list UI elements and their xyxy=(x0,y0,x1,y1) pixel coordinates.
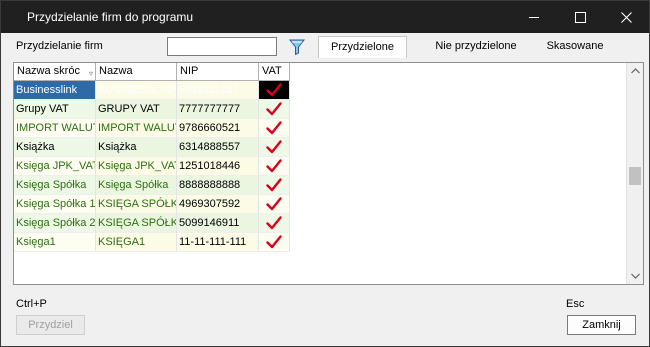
cell-short-name: Księga Spółka xyxy=(14,176,96,195)
cell-short-name: Księga JPK_VAT xyxy=(14,157,96,176)
cell-vat[interactable] xyxy=(259,100,290,119)
table-row[interactable]: Księga Spółka 2 KSIĘGA SPÓŁKA 5099146911 xyxy=(14,214,290,233)
table-row[interactable]: Księga1 KSIĘGA1 11-11-111-111 xyxy=(14,233,290,252)
table-row[interactable]: Businesslink BUSINESSLINK 6019111237 xyxy=(14,81,290,100)
dialog-window: Przydzielanie firm do programu Przydziel… xyxy=(0,0,650,347)
cell-vat[interactable] xyxy=(259,119,290,138)
column-header-short-name[interactable]: Nazwa skróc ▿ xyxy=(14,63,96,81)
cell-nip: 8888888888 xyxy=(177,176,259,195)
cell-name: Książka xyxy=(96,138,177,157)
cell-vat[interactable] xyxy=(259,157,290,176)
chevron-up-icon xyxy=(630,68,640,74)
cell-name: GRUPY VAT xyxy=(96,100,177,119)
checkmark-icon xyxy=(266,121,282,135)
close-icon xyxy=(620,11,632,23)
cell-name: Księga Spółka xyxy=(96,176,177,195)
cell-name: Księga JPK_VAT xyxy=(96,157,177,176)
cell-name: KSIĘGA SPÓŁKA xyxy=(96,214,177,233)
cell-name: KSIĘGA1 xyxy=(96,233,177,252)
grid-header: Nazwa skróc ▿ Nazwa NIP VAT xyxy=(14,63,290,81)
filter-label: Przydzielanie firm xyxy=(16,40,103,52)
table-row[interactable]: Księga Spółka 1 KSIĘGA SPÓŁKA 4969307592 xyxy=(14,195,290,214)
cell-nip: 1251018446 xyxy=(177,157,259,176)
column-header-vat[interactable]: VAT xyxy=(259,63,290,81)
column-header-name[interactable]: Nazwa xyxy=(96,63,177,81)
checkmark-icon xyxy=(266,216,282,230)
filter-icon[interactable] xyxy=(288,38,306,56)
cell-name: IMPORT WALUTOWY xyxy=(96,119,177,138)
cell-vat[interactable] xyxy=(259,195,290,214)
cell-short-name: IMPORT WALUTOWY xyxy=(14,119,96,138)
scroll-down-button[interactable] xyxy=(627,268,643,284)
cell-nip: 4969307592 xyxy=(177,195,259,214)
scroll-up-button[interactable] xyxy=(627,63,643,79)
companies-grid[interactable]: Nazwa skróc ▿ Nazwa NIP VAT Businesslink… xyxy=(13,62,644,285)
column-header-nip[interactable]: NIP xyxy=(177,63,259,81)
table-row[interactable]: Księga Spółka Księga Spółka 8888888888 xyxy=(14,176,290,195)
checkmark-icon xyxy=(266,140,282,154)
maximize-button[interactable] xyxy=(557,1,603,33)
cell-nip: 6019111237 xyxy=(177,81,259,100)
cell-name: BUSINESSLINK xyxy=(96,81,177,100)
cell-nip: 7777777777 xyxy=(177,100,259,119)
tab-nie-przydzielone[interactable]: Nie przydzielone xyxy=(424,36,528,58)
assign-button[interactable]: Przydziel xyxy=(16,315,85,335)
cell-short-name: Księga Spółka 2 xyxy=(14,214,96,233)
checkmark-icon xyxy=(266,178,282,192)
cell-name: KSIĘGA SPÓŁKA xyxy=(96,195,177,214)
cell-nip: 5099146911 xyxy=(177,214,259,233)
minimize-button[interactable] xyxy=(511,1,557,33)
checkmark-icon xyxy=(266,235,282,249)
cell-short-name: Księga Spółka 1 xyxy=(14,195,96,214)
checkmark-icon xyxy=(266,83,282,97)
cell-short-name: Businesslink xyxy=(14,81,96,100)
cell-short-name: Książka xyxy=(14,138,96,157)
title-bar[interactable]: Przydzielanie firm do programu xyxy=(1,1,649,33)
table-row[interactable]: Grupy VAT GRUPY VAT 7777777777 xyxy=(14,100,290,119)
shortcut-hint-close: Esc xyxy=(566,298,585,310)
checkmark-icon xyxy=(266,159,282,173)
vertical-scrollbar[interactable] xyxy=(626,63,643,284)
tab-skasowane[interactable]: Skasowane xyxy=(540,36,610,58)
cell-vat[interactable] xyxy=(259,138,290,157)
cell-vat[interactable] xyxy=(259,176,290,195)
window-title: Przydzielanie firm do programu xyxy=(27,10,194,24)
chevron-down-icon xyxy=(630,273,640,279)
filter-input[interactable] xyxy=(167,37,277,56)
close-window-button[interactable] xyxy=(603,1,649,33)
cell-vat[interactable] xyxy=(259,233,290,252)
cell-nip: 11-11-111-111 xyxy=(177,233,259,252)
table-row[interactable]: Księga JPK_VAT Księga JPK_VAT 1251018446 xyxy=(14,157,290,176)
cell-short-name: Księga1 xyxy=(14,233,96,252)
close-button[interactable]: Zamknij xyxy=(567,315,636,335)
checkmark-icon xyxy=(266,102,282,116)
table-row[interactable]: Książka Książka 6314888557 xyxy=(14,138,290,157)
shortcut-hint-assign: Ctrl+P xyxy=(16,298,47,310)
filter-sort-icon[interactable]: ▿ xyxy=(89,65,93,82)
cell-vat[interactable] xyxy=(259,81,290,100)
table-row[interactable]: IMPORT WALUTOWYIMPORT WALUTOWY9786660521 xyxy=(14,119,290,138)
cell-vat[interactable] xyxy=(259,214,290,233)
checkmark-icon xyxy=(266,197,282,211)
cell-short-name: Grupy VAT xyxy=(14,100,96,119)
cell-nip: 9786660521 xyxy=(177,119,259,138)
cell-nip: 6314888557 xyxy=(177,138,259,157)
tab-przydzielone[interactable]: Przydzielone xyxy=(318,36,407,58)
scroll-thumb[interactable] xyxy=(629,167,641,185)
